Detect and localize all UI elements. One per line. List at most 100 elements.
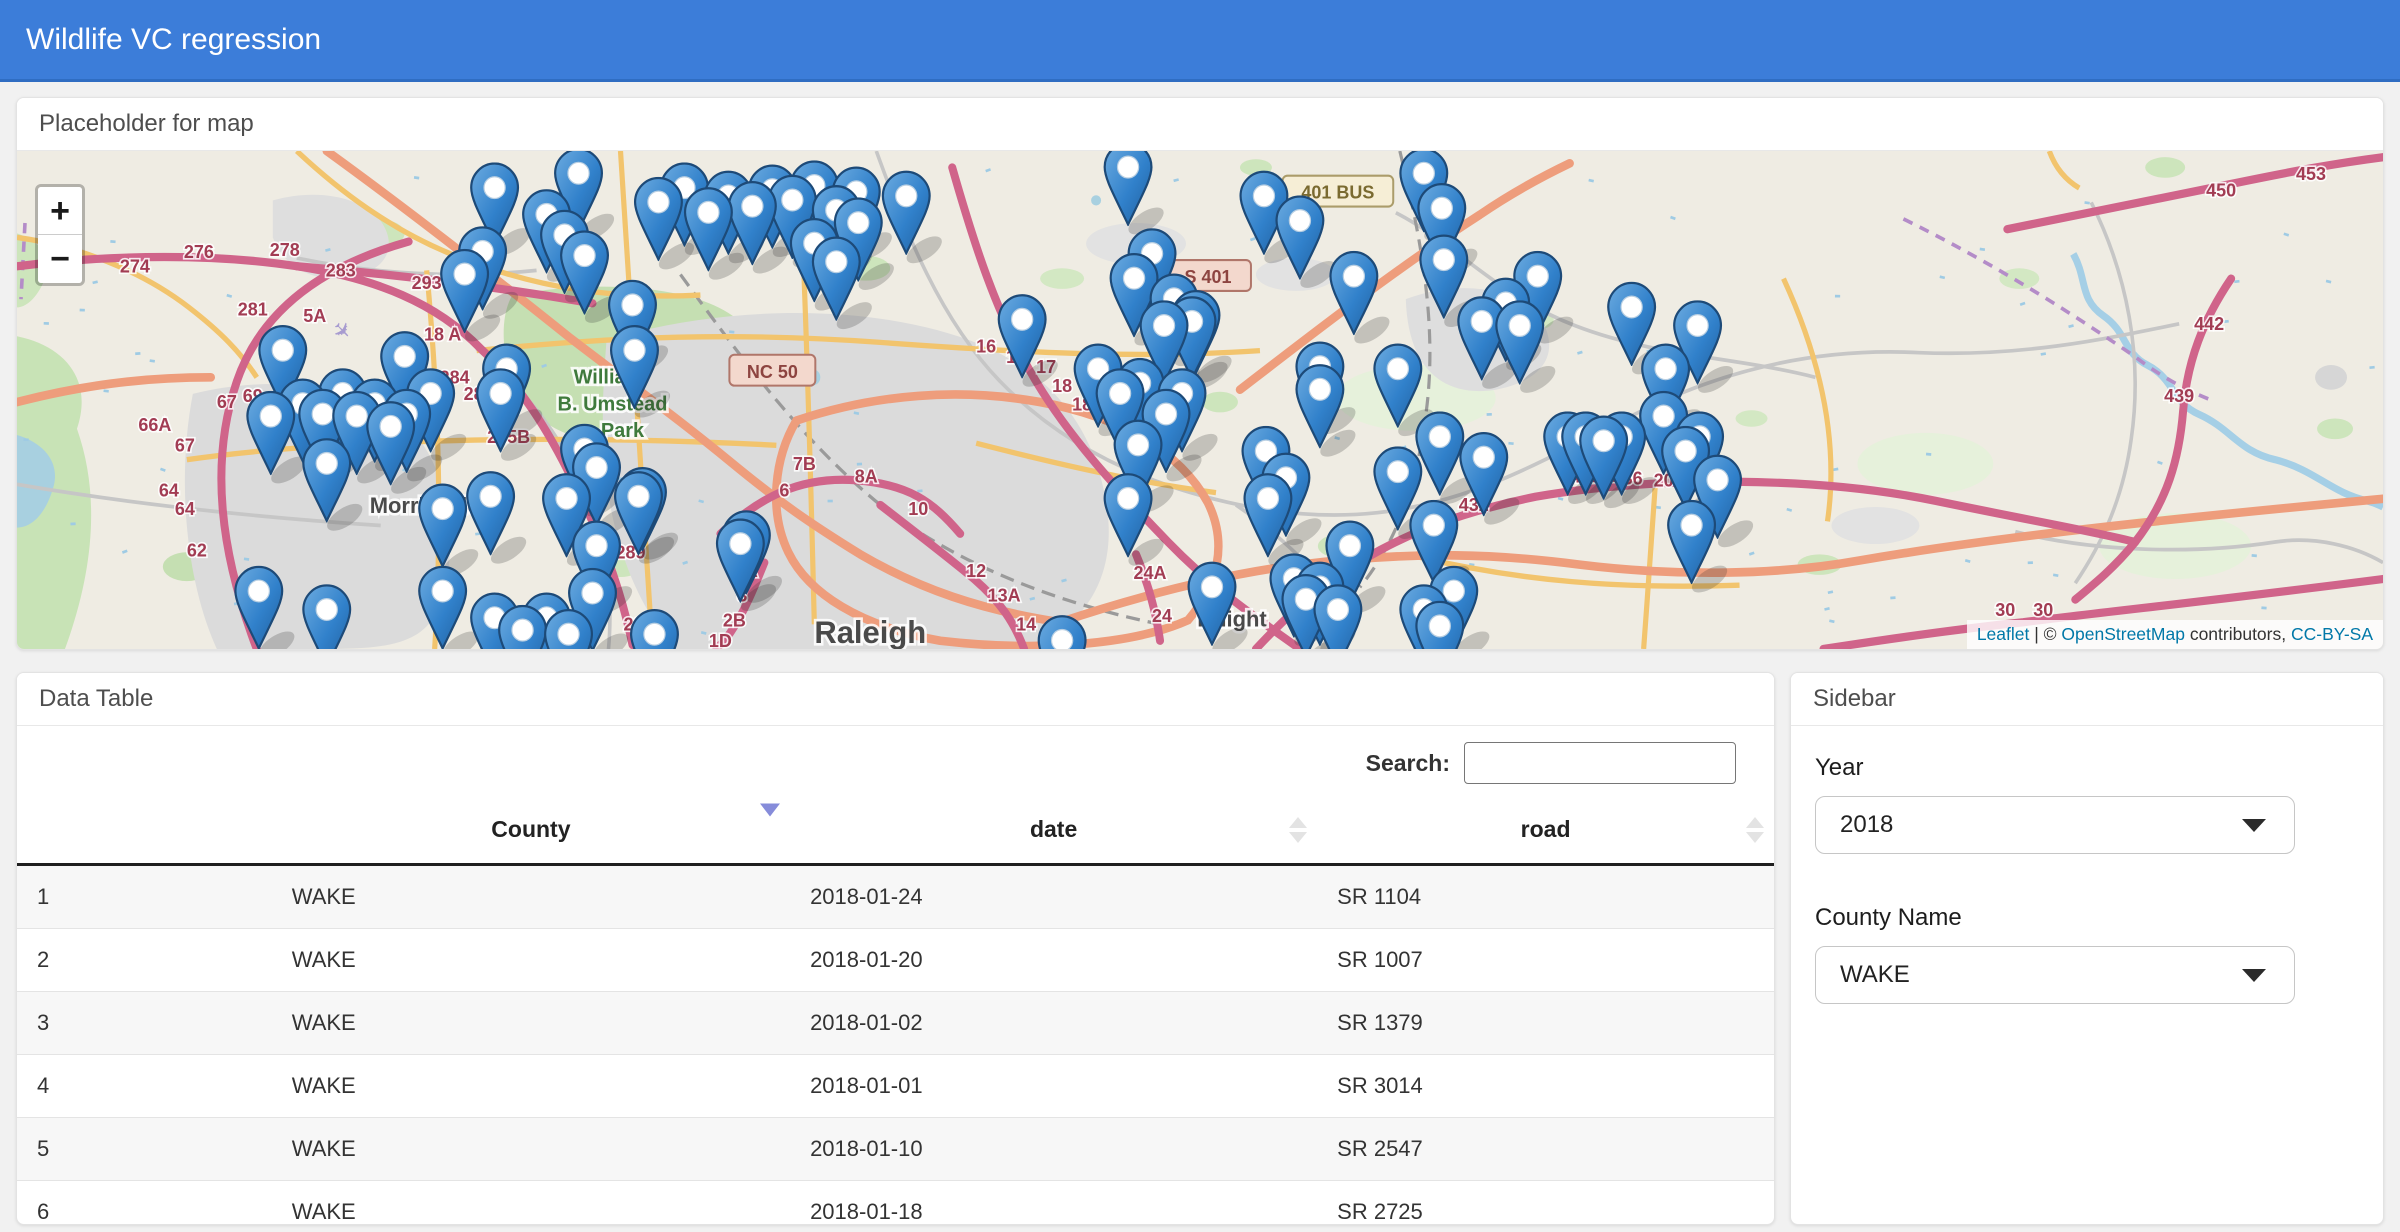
row-number-cell: 3 [17, 992, 272, 1055]
park-label: Park [601, 420, 645, 442]
table-body: 1WAKE2018-01-24SR 11042WAKE2018-01-20SR … [17, 865, 1774, 1226]
osm-link[interactable]: OpenStreetMap [2061, 624, 2185, 644]
table-cell: 2018-01-18 [790, 1181, 1317, 1226]
app-title: Wildlife VC regression [26, 23, 321, 57]
table-row: 4WAKE2018-01-01SR 3014 [17, 1055, 1774, 1118]
attribution-text: contributors, [2185, 624, 2291, 644]
county-name-select[interactable]: WAKE [1815, 946, 2295, 1004]
sidebar-body: Year 2018 County Name WAKE [1791, 726, 2383, 1026]
leaflet-link[interactable]: Leaflet [1977, 624, 2030, 644]
column-header-road[interactable]: road [1317, 796, 1774, 865]
route-shield: NC 50 [729, 355, 815, 386]
exit-number-label: 274 [120, 255, 151, 276]
table-row: 6WAKE2018-01-18SR 2725 [17, 1181, 1774, 1226]
table-cell: 2018-01-01 [790, 1055, 1317, 1118]
exit-number-label: 278 [270, 239, 300, 260]
data-table: Countydateroad 1WAKE2018-01-24SR 11042WA… [17, 796, 1774, 1225]
map-card-header: Placeholder for map [17, 98, 2383, 151]
table-cell: 2018-01-10 [790, 1118, 1317, 1181]
exit-number-label: 450 [2206, 179, 2236, 200]
chevron-down-icon [2242, 819, 2266, 832]
exit-number-label: 283 [326, 259, 356, 280]
exit-number-label: 293 [412, 272, 442, 293]
table-cell: SR 2547 [1317, 1118, 1774, 1181]
exit-number-label: 439 [2164, 385, 2194, 406]
sidebar-card: Sidebar Year 2018 County Name WAKE [1790, 672, 2384, 1225]
exit-number-label: 5A [303, 305, 326, 326]
exit-number-label: 18 [1052, 375, 1072, 396]
attribution-text: | © [2029, 624, 2061, 644]
zoom-out-button[interactable]: − [38, 235, 82, 283]
chevron-down-icon [2242, 969, 2266, 982]
row-number-cell: 1 [17, 865, 272, 929]
exit-number-label: 66A [138, 414, 171, 435]
table-cell: SR 1379 [1317, 992, 1774, 1055]
lower-section: Data Table Search: Countydateroad 1WAKE2… [16, 672, 2384, 1225]
county-select-value: WAKE [1840, 961, 1910, 989]
exit-number-label: 30 [1995, 599, 2015, 620]
table-search-row: Search: [17, 742, 1736, 784]
exit-number-label: 64 [175, 498, 196, 519]
table-cell: 2018-01-24 [790, 865, 1317, 929]
table-cell: SR 2725 [1317, 1181, 1774, 1226]
exit-number-label: 18 A [424, 323, 461, 344]
data-table-card-header: Data Table [17, 673, 1774, 726]
row-number-cell: 6 [17, 1181, 272, 1226]
table-cell: WAKE [272, 929, 790, 992]
table-cell: WAKE [272, 1055, 790, 1118]
leaflet-map[interactable]: 2742762782832932815A18 A284284285B287289… [17, 151, 2383, 649]
column-header-county[interactable]: County [272, 796, 790, 865]
table-header-row: Countydateroad [17, 796, 1774, 865]
exit-number-label: 281 [238, 298, 268, 319]
table-row: 2WAKE2018-01-20SR 1007 [17, 929, 1774, 992]
column-header-rownum [17, 796, 272, 865]
table-cell: SR 1007 [1317, 929, 1774, 992]
map-canvas: 2742762782832932815A18 A284284285B287289… [17, 151, 2383, 649]
exit-number-label: 67 [175, 434, 195, 455]
page: Placeholder for map [0, 82, 2400, 1225]
search-input[interactable] [1464, 742, 1736, 784]
exit-number-label: 12 [966, 560, 986, 581]
exit-number-label: 10 [908, 498, 928, 519]
city-label: Raleigh [814, 614, 926, 649]
row-number-cell: 4 [17, 1055, 272, 1118]
svg-text:NC 50: NC 50 [747, 361, 798, 382]
table-cell: WAKE [272, 992, 790, 1055]
row-number-cell: 2 [17, 929, 272, 992]
sort-icon [1289, 817, 1307, 843]
table-cell: WAKE [272, 1118, 790, 1181]
map-marker-pin[interactable] [1416, 602, 1463, 649]
map-marker-pin[interactable] [499, 606, 546, 649]
table-row: 5WAKE2018-01-10SR 2547 [17, 1118, 1774, 1181]
exit-number-label: 276 [184, 241, 214, 262]
table-cell: SR 3014 [1317, 1055, 1774, 1118]
exit-number-label: 14 [1016, 613, 1037, 634]
county-name-label: County Name [1815, 904, 2359, 932]
table-row: 1WAKE2018-01-24SR 1104 [17, 865, 1774, 929]
sidebar-card-header: Sidebar [1791, 673, 2383, 726]
exit-number-label: 2B [723, 609, 746, 630]
table-cell: WAKE [272, 865, 790, 929]
map-card: Placeholder for map [16, 97, 2384, 650]
zoom-in-button[interactable]: + [38, 187, 82, 235]
exit-number-label: 30 [2033, 599, 2053, 620]
row-number-cell: 5 [17, 1118, 272, 1181]
exit-number-label: 67 [217, 391, 237, 412]
year-select[interactable]: 2018 [1815, 796, 2295, 854]
year-select-value: 2018 [1840, 811, 1893, 839]
map-marker-pin[interactable] [545, 610, 592, 649]
column-header-date[interactable]: date [790, 796, 1317, 865]
table-cell: 2018-01-02 [790, 992, 1317, 1055]
data-table-card: Data Table Search: Countydateroad 1WAKE2… [16, 672, 1775, 1225]
year-label: Year [1815, 754, 2359, 782]
exit-number-label: 6 [779, 479, 789, 500]
exit-number-label: 8A [855, 465, 878, 486]
search-label: Search: [1366, 750, 1450, 777]
exit-number-label: 24 [1152, 605, 1173, 626]
navbar: Wildlife VC regression [0, 0, 2400, 82]
license-link[interactable]: CC-BY-SA [2291, 624, 2373, 644]
exit-number-label: 13A [988, 584, 1021, 605]
exit-number-label: 1D [709, 630, 732, 649]
sort-desc-icon [760, 816, 780, 843]
map-marker-pin[interactable] [631, 610, 678, 649]
